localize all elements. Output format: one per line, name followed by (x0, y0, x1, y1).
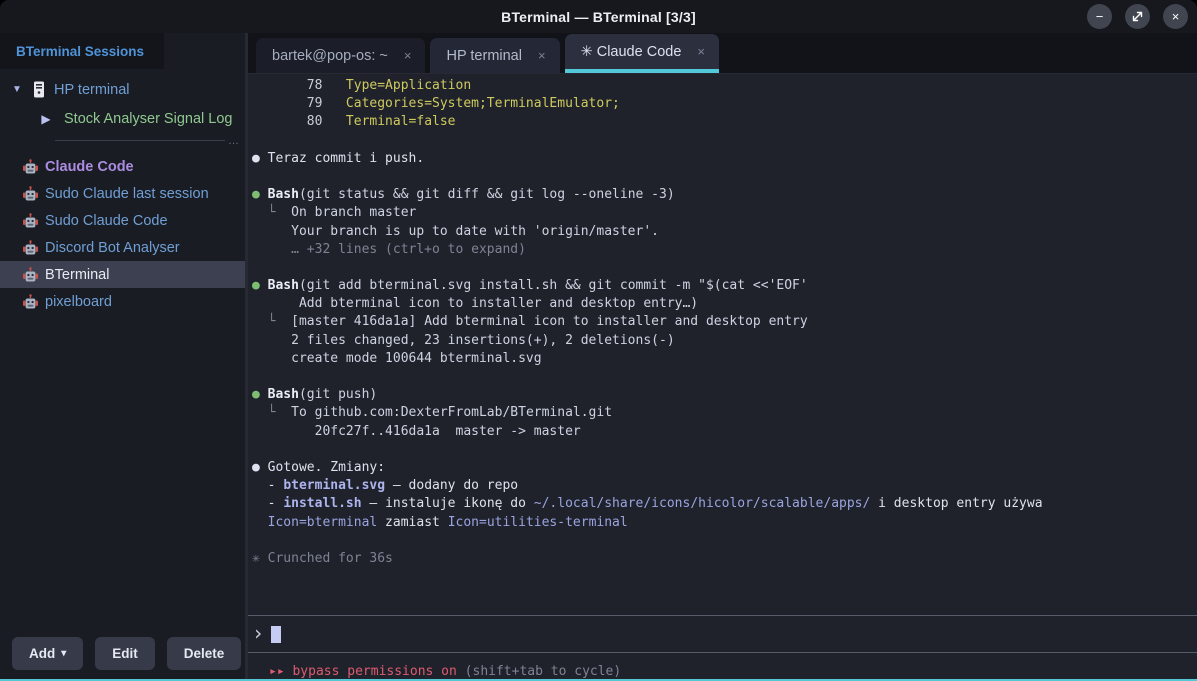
tab-close-icon[interactable]: × (402, 46, 414, 65)
sessions-header-label: BTerminal Sessions (16, 44, 144, 59)
tab-bartek-pop-os-[interactable]: bartek@pop-os: ~ × (256, 38, 425, 73)
computer-icon (33, 81, 45, 98)
terminal-output: 78 Type=Application 79 Categories=System… (248, 74, 1197, 568)
maximize-button[interactable] (1125, 4, 1150, 29)
session-label: Sudo Claude last session (45, 186, 209, 202)
terminal-line: 79 Categories=System;TerminalEmulator; (252, 95, 1191, 113)
robot-icon (22, 159, 39, 175)
session-label: Discord Bot Analyser (45, 240, 180, 256)
add-button[interactable]: Add ▾ (12, 637, 83, 670)
session-label: Sudo Claude Code (45, 213, 168, 229)
robot-icon (22, 213, 39, 229)
tab-bar: bartek@pop-os: ~×HP terminal×✳ Claude Co… (248, 33, 1197, 74)
tree-item-stock-analyser-log[interactable]: ▶ Stock Analyser Signal Log (0, 104, 245, 133)
expander-down-icon[interactable]: ▼ (8, 84, 26, 95)
terminal-line: 20fc27f..416da1a master -> master (252, 423, 1191, 441)
terminal-line: 80 Terminal=false (252, 113, 1191, 131)
terminal-line (252, 132, 1191, 150)
terminal-line (252, 368, 1191, 386)
tab-close-icon[interactable]: × (695, 42, 707, 61)
session-item-claude-code[interactable]: Claude Code (0, 153, 245, 180)
prompt-input-row[interactable]: › (248, 616, 1197, 652)
terminal-line: ✳ Crunched for 36s (252, 550, 1191, 568)
tab--claude-code[interactable]: ✳ Claude Code × (565, 34, 719, 73)
terminal-line: ● Bash(git push) (252, 386, 1191, 404)
session-label: BTerminal (45, 267, 109, 283)
terminal-line: 2 files changed, 23 insertions(+), 2 del… (252, 332, 1191, 350)
terminal-line (252, 532, 1191, 550)
tab-close-icon[interactable]: × (536, 46, 548, 65)
maximize-icon (1132, 11, 1143, 22)
edit-button[interactable]: Edit (95, 637, 155, 670)
bterminal-window: BTerminal — BTerminal [3/3] − × BTermina… (0, 0, 1197, 681)
terminal-line: Icon=bterminal zamiast Icon=utilities-te… (252, 514, 1191, 532)
session-tree: ▼ HP terminal ▶ Stock Analyser Signal Lo… (0, 69, 245, 133)
terminal-line: 78 Type=Application (252, 77, 1191, 95)
terminal-line (252, 168, 1191, 186)
delete-button[interactable]: Delete (167, 637, 242, 670)
terminal-view[interactable]: 78 Type=Application 79 Categories=System… (248, 74, 1197, 679)
prompt-area: › ▸▸ bypass permissions on (shift+tab to… (248, 615, 1197, 679)
play-icon[interactable]: ▶ (38, 112, 54, 126)
session-divider: … (55, 140, 239, 141)
terminal-line (252, 441, 1191, 459)
window-controls: − × (1087, 4, 1188, 29)
terminal-line: … +32 lines (ctrl+o to expand) (252, 241, 1191, 259)
sessions-header: BTerminal Sessions (0, 33, 245, 69)
divider-line (55, 140, 225, 141)
sidebar-buttons: Add ▾ Edit Delete (0, 637, 245, 679)
bypass-status-line: ▸▸ bypass permissions on (shift+tab to c… (248, 653, 1197, 679)
tab-label: bartek@pop-os: ~ (272, 48, 388, 64)
terminal-line: └ On branch master (252, 204, 1191, 222)
robot-icon (22, 186, 39, 202)
session-list: Claude Code Sudo Claude last session Sudo … (0, 153, 245, 315)
sidebar: BTerminal Sessions ▼ HP terminal ▶ (0, 33, 248, 679)
terminal-line: └ [master 416da1a] Add bterminal icon to… (252, 313, 1191, 331)
window-title: BTerminal — BTerminal [3/3] (501, 9, 696, 25)
session-label: Claude Code (45, 159, 134, 175)
prompt-chevron-icon: › (252, 623, 264, 643)
terminal-line: └ To github.com:DexterFromLab/BTerminal.… (252, 404, 1191, 422)
terminal-line: - install.sh — instaluje ikonę do ~/.loc… (252, 495, 1191, 513)
terminal-line: create mode 100644 bterminal.svg (252, 350, 1191, 368)
main-area: bartek@pop-os: ~×HP terminal×✳ Claude Co… (248, 33, 1197, 679)
terminal-line: ● Bash(git status && git diff && git log… (252, 186, 1191, 204)
session-label: pixelboard (45, 294, 112, 310)
terminal-cursor (271, 626, 281, 643)
titlebar: BTerminal — BTerminal [3/3] − × (0, 0, 1197, 33)
close-button[interactable]: × (1163, 4, 1188, 29)
session-item-discord-bot-analyser[interactable]: Discord Bot Analyser (0, 234, 245, 261)
terminal-line: ● Gotowe. Zmiany: (252, 459, 1191, 477)
tab-label: HP terminal (446, 48, 521, 64)
session-item-sudo-claude-last-session[interactable]: Sudo Claude last session (0, 180, 245, 207)
session-item-sudo-claude-code[interactable]: Sudo Claude Code (0, 207, 245, 234)
sessions-header-tab[interactable]: BTerminal Sessions (0, 33, 164, 69)
add-button-label: Add (29, 646, 55, 661)
terminal-line (252, 259, 1191, 277)
robot-icon (22, 294, 39, 310)
terminal-line: ● Bash(git add bterminal.svg install.sh … (252, 277, 1191, 295)
robot-icon (22, 240, 39, 256)
minimize-button[interactable]: − (1087, 4, 1112, 29)
terminal-line: Your branch is up to date with 'origin/m… (252, 223, 1191, 241)
terminal-line: - bterminal.svg — dodany do repo (252, 477, 1191, 495)
tree-item-label: HP terminal (54, 82, 129, 98)
terminal-line: Add bterminal icon to installer and desk… (252, 295, 1191, 313)
tree-item-hp-terminal[interactable]: ▼ HP terminal (0, 75, 245, 104)
tree-item-label: Stock Analyser Signal Log (64, 111, 232, 127)
tab-label: ✳ Claude Code (581, 44, 682, 60)
dropdown-arrow-icon: ▾ (61, 648, 66, 659)
robot-icon (22, 267, 39, 283)
session-item-bterminal[interactable]: BTerminal (0, 261, 245, 288)
tab-hp-terminal[interactable]: HP terminal × (430, 38, 559, 73)
session-item-pixelboard[interactable]: pixelboard (0, 288, 245, 315)
terminal-line: ● Teraz commit i push. (252, 150, 1191, 168)
